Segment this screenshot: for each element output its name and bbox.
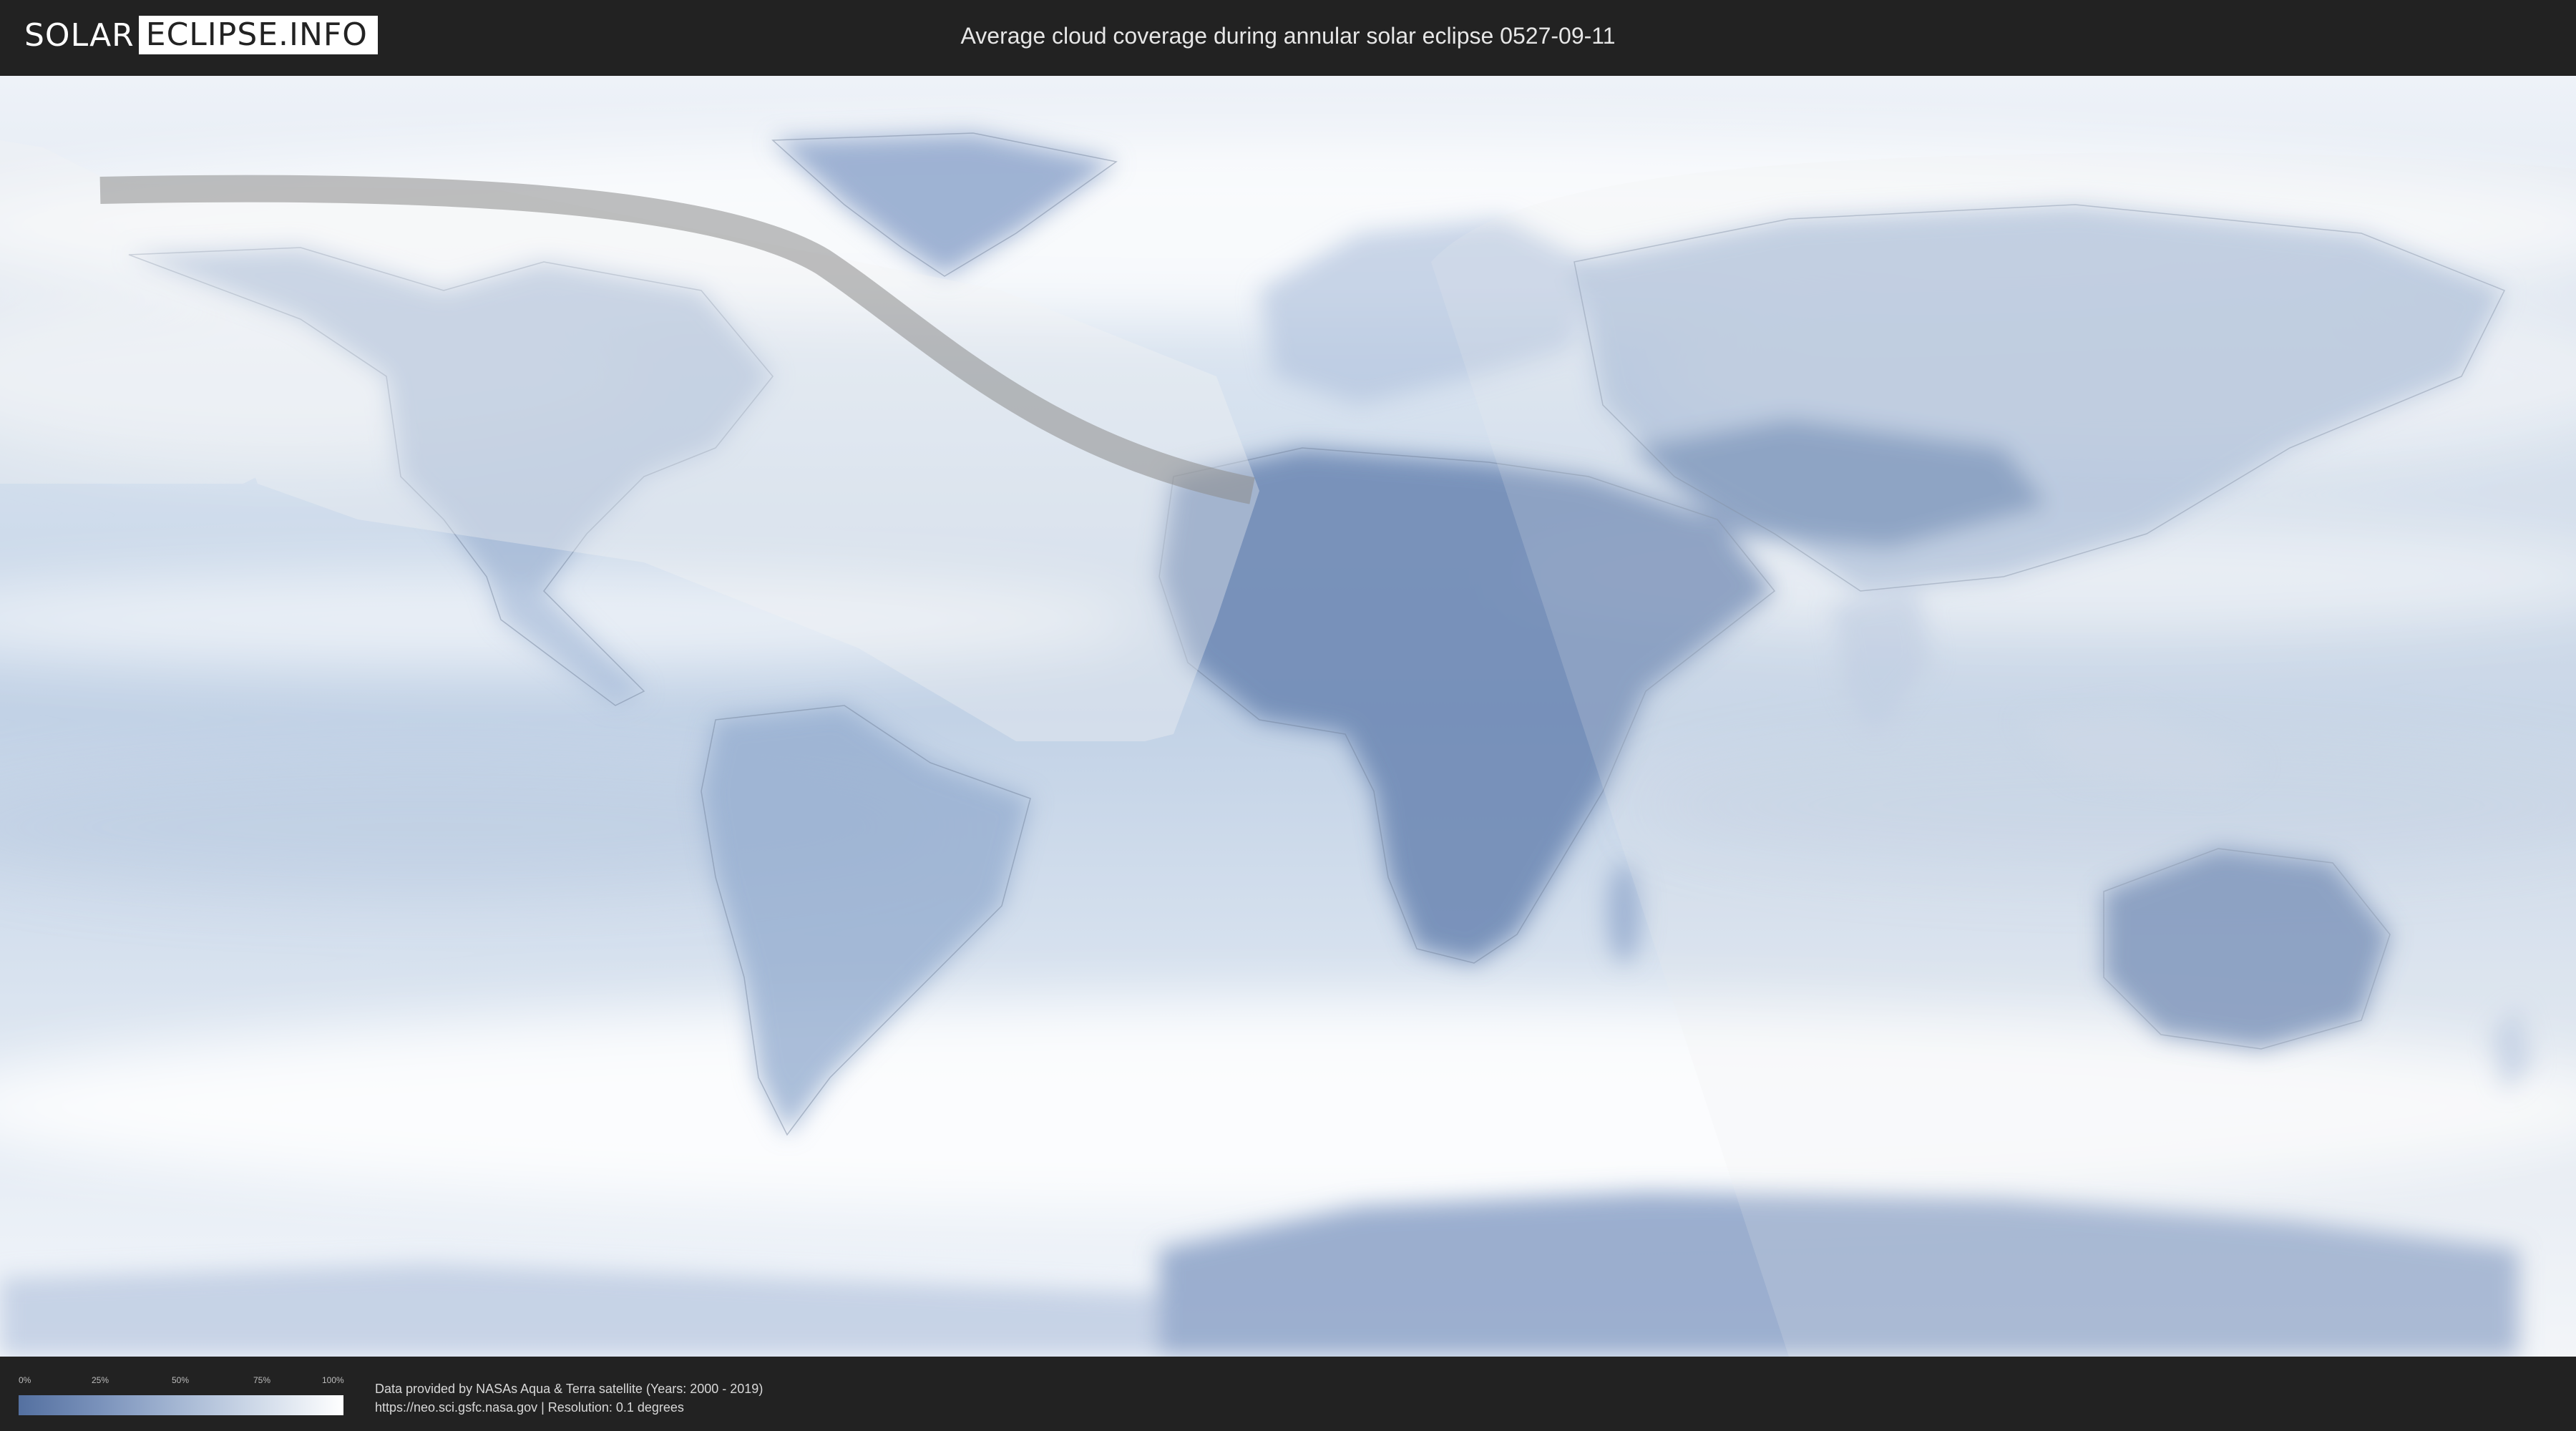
page-title: Average cloud coverage during annular so… [960,23,1616,49]
credit-line-source: Data provided by NASAs Aqua & Terra sate… [375,1382,763,1396]
legend-ticks: 0% 25% 50% 75% 100% [19,1375,344,1387]
legend-tick: 100% [322,1375,344,1385]
data-credits: Data provided by NASAs Aqua & Terra sate… [375,1379,763,1417]
legend-tick: 50% [172,1375,190,1385]
cloud-legend: 0% 25% 50% 75% 100% [19,1375,344,1415]
credit-line-url[interactable]: https://neo.sci.gsfc.nasa.gov | Resoluti… [375,1398,763,1417]
map-svg [0,76,2576,1357]
header-bar: SOLAR ECLIPSE.INFO Average cloud coverag… [0,0,2576,72]
cloud-coverage-map [0,76,2576,1357]
legend-tick: 25% [92,1375,109,1385]
legend-gradient-bar [19,1395,343,1415]
legend-tick: 0% [19,1375,31,1385]
legend-tick: 75% [253,1375,271,1385]
